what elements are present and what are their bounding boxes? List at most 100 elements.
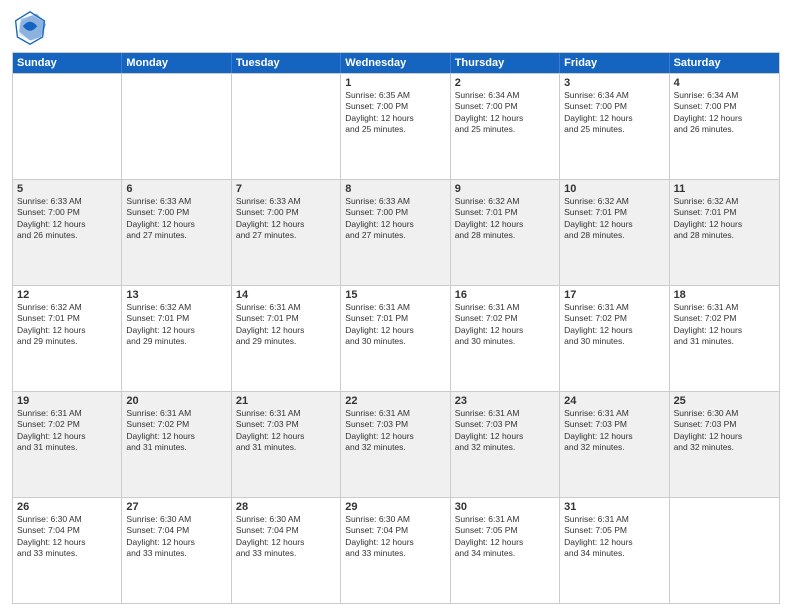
day-info: Sunrise: 6:31 AM Sunset: 7:05 PM Dayligh… xyxy=(564,514,664,560)
day-number: 21 xyxy=(236,395,336,407)
cal-cell-empty-0-2 xyxy=(232,74,341,179)
day-info: Sunrise: 6:31 AM Sunset: 7:02 PM Dayligh… xyxy=(455,302,555,348)
day-info: Sunrise: 6:30 AM Sunset: 7:04 PM Dayligh… xyxy=(345,514,445,560)
day-header-monday: Monday xyxy=(122,53,231,73)
cal-cell-27: 27Sunrise: 6:30 AM Sunset: 7:04 PM Dayli… xyxy=(122,498,231,603)
day-number: 5 xyxy=(17,183,117,195)
day-number: 28 xyxy=(236,501,336,513)
day-info: Sunrise: 6:30 AM Sunset: 7:04 PM Dayligh… xyxy=(17,514,117,560)
cal-cell-3: 3Sunrise: 6:34 AM Sunset: 7:00 PM Daylig… xyxy=(560,74,669,179)
cal-cell-30: 30Sunrise: 6:31 AM Sunset: 7:05 PM Dayli… xyxy=(451,498,560,603)
cal-cell-14: 14Sunrise: 6:31 AM Sunset: 7:01 PM Dayli… xyxy=(232,286,341,391)
cal-cell-16: 16Sunrise: 6:31 AM Sunset: 7:02 PM Dayli… xyxy=(451,286,560,391)
cal-cell-empty-0-1 xyxy=(122,74,231,179)
day-info: Sunrise: 6:31 AM Sunset: 7:01 PM Dayligh… xyxy=(345,302,445,348)
day-header-wednesday: Wednesday xyxy=(341,53,450,73)
day-number: 14 xyxy=(236,289,336,301)
day-info: Sunrise: 6:34 AM Sunset: 7:00 PM Dayligh… xyxy=(564,90,664,136)
day-info: Sunrise: 6:33 AM Sunset: 7:00 PM Dayligh… xyxy=(17,196,117,242)
cal-cell-5: 5Sunrise: 6:33 AM Sunset: 7:00 PM Daylig… xyxy=(13,180,122,285)
day-info: Sunrise: 6:31 AM Sunset: 7:02 PM Dayligh… xyxy=(564,302,664,348)
day-number: 22 xyxy=(345,395,445,407)
day-info: Sunrise: 6:31 AM Sunset: 7:02 PM Dayligh… xyxy=(17,408,117,454)
day-number: 25 xyxy=(674,395,775,407)
cal-cell-12: 12Sunrise: 6:32 AM Sunset: 7:01 PM Dayli… xyxy=(13,286,122,391)
cal-cell-17: 17Sunrise: 6:31 AM Sunset: 7:02 PM Dayli… xyxy=(560,286,669,391)
day-info: Sunrise: 6:34 AM Sunset: 7:00 PM Dayligh… xyxy=(455,90,555,136)
day-info: Sunrise: 6:30 AM Sunset: 7:04 PM Dayligh… xyxy=(236,514,336,560)
day-number: 30 xyxy=(455,501,555,513)
day-info: Sunrise: 6:31 AM Sunset: 7:05 PM Dayligh… xyxy=(455,514,555,560)
day-info: Sunrise: 6:31 AM Sunset: 7:01 PM Dayligh… xyxy=(236,302,336,348)
cal-cell-31: 31Sunrise: 6:31 AM Sunset: 7:05 PM Dayli… xyxy=(560,498,669,603)
day-number: 23 xyxy=(455,395,555,407)
calendar-row-3: 12Sunrise: 6:32 AM Sunset: 7:01 PM Dayli… xyxy=(13,285,779,391)
day-info: Sunrise: 6:32 AM Sunset: 7:01 PM Dayligh… xyxy=(455,196,555,242)
day-number: 13 xyxy=(126,289,226,301)
day-number: 31 xyxy=(564,501,664,513)
page: SundayMondayTuesdayWednesdayThursdayFrid… xyxy=(0,0,792,612)
day-header-sunday: Sunday xyxy=(13,53,122,73)
day-number: 3 xyxy=(564,77,664,89)
cal-cell-8: 8Sunrise: 6:33 AM Sunset: 7:00 PM Daylig… xyxy=(341,180,450,285)
day-number: 27 xyxy=(126,501,226,513)
calendar-row-2: 5Sunrise: 6:33 AM Sunset: 7:00 PM Daylig… xyxy=(13,179,779,285)
cal-cell-22: 22Sunrise: 6:31 AM Sunset: 7:03 PM Dayli… xyxy=(341,392,450,497)
cal-cell-21: 21Sunrise: 6:31 AM Sunset: 7:03 PM Dayli… xyxy=(232,392,341,497)
cal-cell-23: 23Sunrise: 6:31 AM Sunset: 7:03 PM Dayli… xyxy=(451,392,560,497)
cal-cell-28: 28Sunrise: 6:30 AM Sunset: 7:04 PM Dayli… xyxy=(232,498,341,603)
day-number: 11 xyxy=(674,183,775,195)
cal-cell-11: 11Sunrise: 6:32 AM Sunset: 7:01 PM Dayli… xyxy=(670,180,779,285)
cal-cell-2: 2Sunrise: 6:34 AM Sunset: 7:00 PM Daylig… xyxy=(451,74,560,179)
day-number: 20 xyxy=(126,395,226,407)
day-number: 17 xyxy=(564,289,664,301)
calendar-row-1: 1Sunrise: 6:35 AM Sunset: 7:00 PM Daylig… xyxy=(13,73,779,179)
day-info: Sunrise: 6:33 AM Sunset: 7:00 PM Dayligh… xyxy=(236,196,336,242)
calendar-header: SundayMondayTuesdayWednesdayThursdayFrid… xyxy=(13,53,779,73)
cal-cell-7: 7Sunrise: 6:33 AM Sunset: 7:00 PM Daylig… xyxy=(232,180,341,285)
day-info: Sunrise: 6:31 AM Sunset: 7:03 PM Dayligh… xyxy=(345,408,445,454)
calendar-row-4: 19Sunrise: 6:31 AM Sunset: 7:02 PM Dayli… xyxy=(13,391,779,497)
header xyxy=(12,10,780,46)
calendar: SundayMondayTuesdayWednesdayThursdayFrid… xyxy=(12,52,780,604)
cal-cell-15: 15Sunrise: 6:31 AM Sunset: 7:01 PM Dayli… xyxy=(341,286,450,391)
day-info: Sunrise: 6:30 AM Sunset: 7:03 PM Dayligh… xyxy=(674,408,775,454)
cal-cell-24: 24Sunrise: 6:31 AM Sunset: 7:03 PM Dayli… xyxy=(560,392,669,497)
day-number: 6 xyxy=(126,183,226,195)
day-number: 7 xyxy=(236,183,336,195)
day-number: 15 xyxy=(345,289,445,301)
calendar-body: 1Sunrise: 6:35 AM Sunset: 7:00 PM Daylig… xyxy=(13,73,779,603)
cal-cell-25: 25Sunrise: 6:30 AM Sunset: 7:03 PM Dayli… xyxy=(670,392,779,497)
day-number: 29 xyxy=(345,501,445,513)
logo xyxy=(12,10,52,46)
day-number: 18 xyxy=(674,289,775,301)
day-info: Sunrise: 6:33 AM Sunset: 7:00 PM Dayligh… xyxy=(345,196,445,242)
day-info: Sunrise: 6:32 AM Sunset: 7:01 PM Dayligh… xyxy=(17,302,117,348)
day-number: 8 xyxy=(345,183,445,195)
day-info: Sunrise: 6:32 AM Sunset: 7:01 PM Dayligh… xyxy=(674,196,775,242)
day-number: 1 xyxy=(345,77,445,89)
day-header-thursday: Thursday xyxy=(451,53,560,73)
cal-cell-19: 19Sunrise: 6:31 AM Sunset: 7:02 PM Dayli… xyxy=(13,392,122,497)
day-info: Sunrise: 6:31 AM Sunset: 7:03 PM Dayligh… xyxy=(455,408,555,454)
cal-cell-18: 18Sunrise: 6:31 AM Sunset: 7:02 PM Dayli… xyxy=(670,286,779,391)
day-info: Sunrise: 6:31 AM Sunset: 7:02 PM Dayligh… xyxy=(674,302,775,348)
day-info: Sunrise: 6:33 AM Sunset: 7:00 PM Dayligh… xyxy=(126,196,226,242)
day-info: Sunrise: 6:32 AM Sunset: 7:01 PM Dayligh… xyxy=(564,196,664,242)
cal-cell-1: 1Sunrise: 6:35 AM Sunset: 7:00 PM Daylig… xyxy=(341,74,450,179)
cal-cell-empty-4-6 xyxy=(670,498,779,603)
day-number: 24 xyxy=(564,395,664,407)
cal-cell-9: 9Sunrise: 6:32 AM Sunset: 7:01 PM Daylig… xyxy=(451,180,560,285)
cal-cell-10: 10Sunrise: 6:32 AM Sunset: 7:01 PM Dayli… xyxy=(560,180,669,285)
day-info: Sunrise: 6:31 AM Sunset: 7:03 PM Dayligh… xyxy=(564,408,664,454)
day-number: 2 xyxy=(455,77,555,89)
day-number: 19 xyxy=(17,395,117,407)
day-info: Sunrise: 6:31 AM Sunset: 7:03 PM Dayligh… xyxy=(236,408,336,454)
day-number: 12 xyxy=(17,289,117,301)
cal-cell-4: 4Sunrise: 6:34 AM Sunset: 7:00 PM Daylig… xyxy=(670,74,779,179)
cal-cell-13: 13Sunrise: 6:32 AM Sunset: 7:01 PM Dayli… xyxy=(122,286,231,391)
day-number: 10 xyxy=(564,183,664,195)
day-number: 16 xyxy=(455,289,555,301)
cal-cell-6: 6Sunrise: 6:33 AM Sunset: 7:00 PM Daylig… xyxy=(122,180,231,285)
cal-cell-empty-0-0 xyxy=(13,74,122,179)
